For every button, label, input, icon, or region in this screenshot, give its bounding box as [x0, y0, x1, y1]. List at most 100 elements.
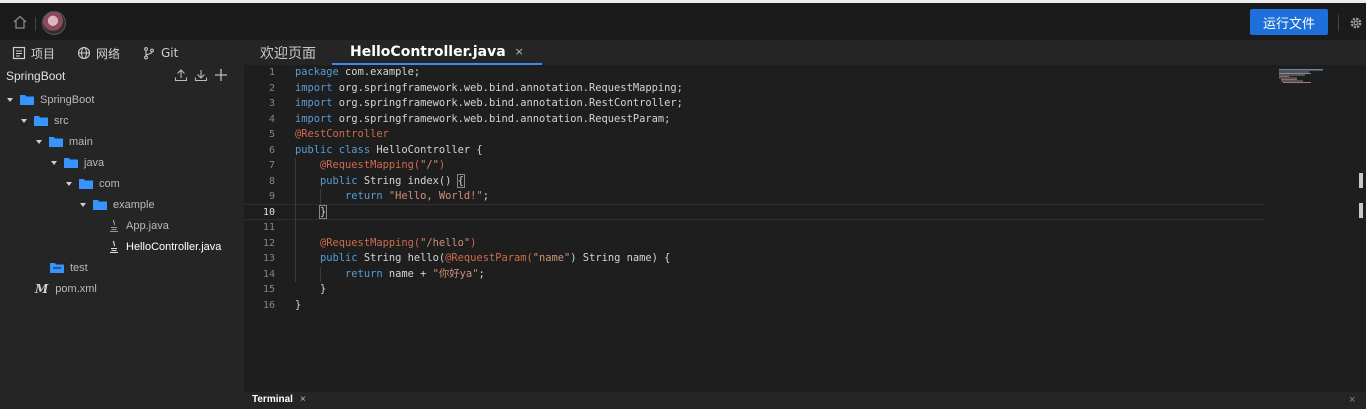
tree-item-label: example — [113, 198, 155, 211]
tree-item-pom-xml[interactable]: M pom.xml — [0, 278, 244, 299]
code-line: public String hello(@RequestParam("name"… — [295, 252, 671, 264]
line-number: 9 — [268, 191, 275, 202]
tree-item-label: SpringBoot — [40, 93, 95, 106]
code-line: } — [318, 204, 328, 219]
line-number: 15 — [262, 284, 275, 295]
code-line: @RequestMapping("/hello") — [295, 236, 477, 249]
tree-item-example[interactable]: example — [0, 194, 244, 215]
sidebar-tabs: 项目 网络 Git — [0, 40, 244, 64]
project-actions — [174, 68, 228, 82]
run-file-button[interactable]: 运行文件 — [1250, 9, 1328, 35]
tab-git[interactable]: Git — [142, 44, 178, 62]
tree-item-label: HelloController.java — [126, 240, 222, 253]
tree-item-hellocontroller-java[interactable]: HelloController.java — [0, 236, 244, 257]
tab-terminal[interactable]: Terminal × — [252, 394, 306, 405]
sidebar: 项目 网络 Git SpringBoot SpringBoot src main — [0, 40, 244, 409]
list-icon — [12, 46, 26, 60]
code-line: import org.springframework.web.bind.anno… — [295, 112, 671, 125]
tree-item-label: pom.xml — [55, 282, 97, 295]
download-icon[interactable] — [194, 68, 208, 82]
line-number: 8 — [268, 175, 275, 187]
tree-item-com[interactable]: com — [0, 173, 244, 194]
code-line: } — [295, 298, 302, 311]
folder-open-icon — [64, 158, 78, 168]
avatar[interactable] — [42, 11, 66, 35]
folder-open-icon — [79, 179, 93, 189]
close-icon[interactable]: × — [515, 45, 524, 58]
line-number: 2 — [268, 82, 275, 94]
code-line: package com.example; — [295, 66, 421, 78]
line-number: 16 — [262, 299, 275, 311]
tab-network[interactable]: 网络 — [77, 44, 120, 62]
line-number: 5 — [268, 129, 275, 140]
terminal-panel-bar: Terminal × × — [244, 392, 1366, 409]
code-line: import org.springframework.web.bind.anno… — [295, 97, 683, 109]
panel-close-icon[interactable]: × — [1349, 394, 1355, 406]
tree-item-label: java — [84, 156, 105, 169]
code-line: @RequestMapping("/") — [295, 159, 446, 171]
tree-item-test[interactable]: test — [0, 257, 244, 278]
tree-item-label: main — [69, 135, 93, 148]
folder-open-icon — [20, 95, 34, 105]
caret-down-icon — [36, 139, 42, 144]
code-line: return "Hello, World!"; — [295, 190, 489, 202]
tree-item-src[interactable]: src — [0, 110, 244, 131]
code-line: public String index() { — [295, 173, 465, 188]
line-number: 11 — [262, 222, 275, 233]
divider — [1338, 15, 1339, 31]
line-number: 3 — [268, 98, 275, 109]
line-number: 12 — [262, 237, 275, 249]
divider — [35, 17, 36, 31]
tab-network-label: 网络 — [96, 46, 121, 61]
project-header: SpringBoot — [0, 66, 244, 88]
tree-item-label: com — [99, 177, 120, 190]
scrollbar-marker — [1359, 203, 1363, 218]
tree-item-java[interactable]: java — [0, 152, 244, 173]
tree-item-main[interactable]: main — [0, 131, 244, 152]
editor: 欢迎页面 HelloController.java × 1 2 3 4 5 6 … — [244, 40, 1366, 392]
code-line: public class HelloController { — [295, 143, 483, 156]
scrollbar-marker — [1359, 173, 1363, 188]
line-number: 4 — [268, 113, 275, 125]
java-icon — [110, 240, 118, 253]
tab-welcome[interactable]: 欢迎页面 — [260, 40, 316, 65]
code-line: } — [295, 283, 327, 295]
tree-item-springboot[interactable]: SpringBoot — [0, 89, 244, 110]
tree-item-label: App.java — [126, 219, 169, 232]
caret-down-icon — [7, 97, 13, 102]
line-number: 6 — [268, 144, 275, 156]
folder-open-icon — [34, 116, 48, 126]
globe-icon — [77, 46, 91, 60]
add-icon[interactable] — [214, 68, 228, 82]
tab-terminal-label: Terminal — [252, 394, 293, 405]
code-line: import org.springframework.web.bind.anno… — [295, 81, 683, 94]
line-number: 14 — [262, 268, 275, 280]
tab-project[interactable]: 项目 — [12, 44, 55, 62]
tree-item-label: test — [70, 261, 88, 274]
caret-down-icon — [66, 181, 72, 186]
top-bar: 运行文件 — [0, 0, 1366, 40]
close-icon[interactable]: × — [300, 394, 306, 405]
folder-icon — [50, 263, 64, 273]
gear-icon[interactable] — [1348, 15, 1364, 31]
tree-item-app-java[interactable]: App.java — [0, 215, 244, 236]
code-line: return name + "你好ya"; — [295, 267, 485, 280]
minimap[interactable] — [1279, 68, 1329, 88]
tab-hellocontroller[interactable]: HelloController.java × — [332, 40, 542, 65]
line-number: 10 — [262, 206, 275, 218]
upload-icon[interactable] — [174, 68, 188, 82]
tree-item-label: src — [54, 114, 69, 127]
tab-git-label: Git — [161, 46, 179, 60]
code-line: @RestController — [295, 128, 389, 140]
editor-tabs: 欢迎页面 HelloController.java × — [244, 40, 1366, 65]
tab-welcome-label: 欢迎页面 — [260, 45, 316, 62]
line-number-gutter: 1 2 3 4 5 6 7 8 9 10 11 12 13 14 15 16 — [244, 65, 286, 392]
caret-down-icon — [80, 202, 86, 207]
caret-down-icon — [21, 118, 27, 123]
line-number: 1 — [268, 67, 275, 78]
home-icon[interactable] — [12, 14, 28, 30]
tab-hellocontroller-label: HelloController.java — [350, 43, 506, 60]
folder-open-icon — [49, 137, 63, 147]
project-title: SpringBoot — [6, 69, 66, 83]
folder-open-icon — [93, 200, 107, 210]
